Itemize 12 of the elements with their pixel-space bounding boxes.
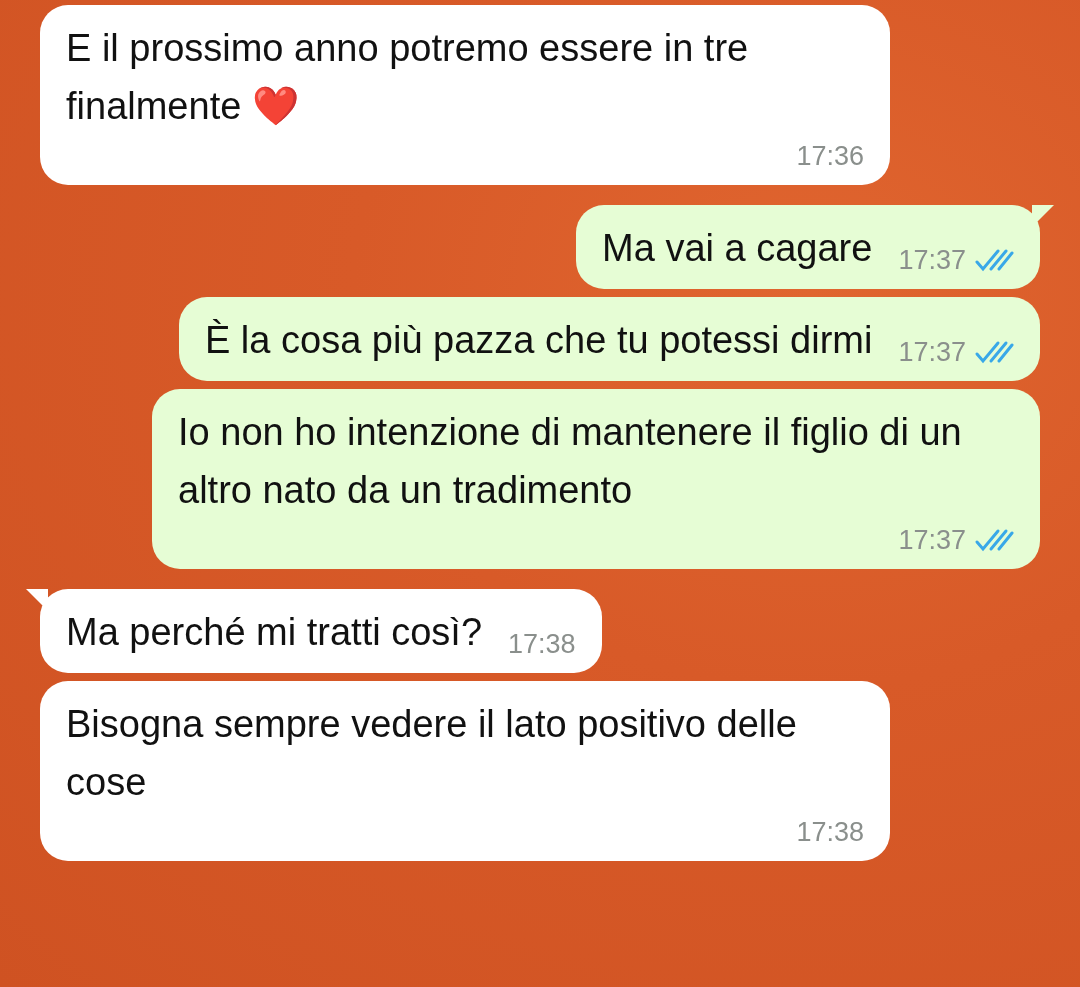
message-time: 17:38 [508, 628, 576, 661]
message-time: 17:36 [796, 140, 864, 173]
message-text: Bisogna sempre vedere il lato positivo delle cose [66, 702, 798, 805]
message-text: Ma perché mi tratti così? [66, 610, 483, 655]
message-text: E il prossimo anno potremo essere in tre finalmente ❤ [66, 26, 750, 129]
message-text: Io non ho intenzione di mantenere il figlio di un altro nato da un tradimento [178, 410, 963, 513]
message-time: 17:37 [898, 244, 966, 277]
message-text: È la cosa più pazza che tu potessi dirmi [204, 318, 873, 363]
message-time: 17:37 [898, 336, 966, 369]
message-text: Ma vai a cagare [602, 226, 873, 271]
message-time: 17:37 [898, 524, 966, 557]
message-time: 17:38 [796, 816, 864, 849]
